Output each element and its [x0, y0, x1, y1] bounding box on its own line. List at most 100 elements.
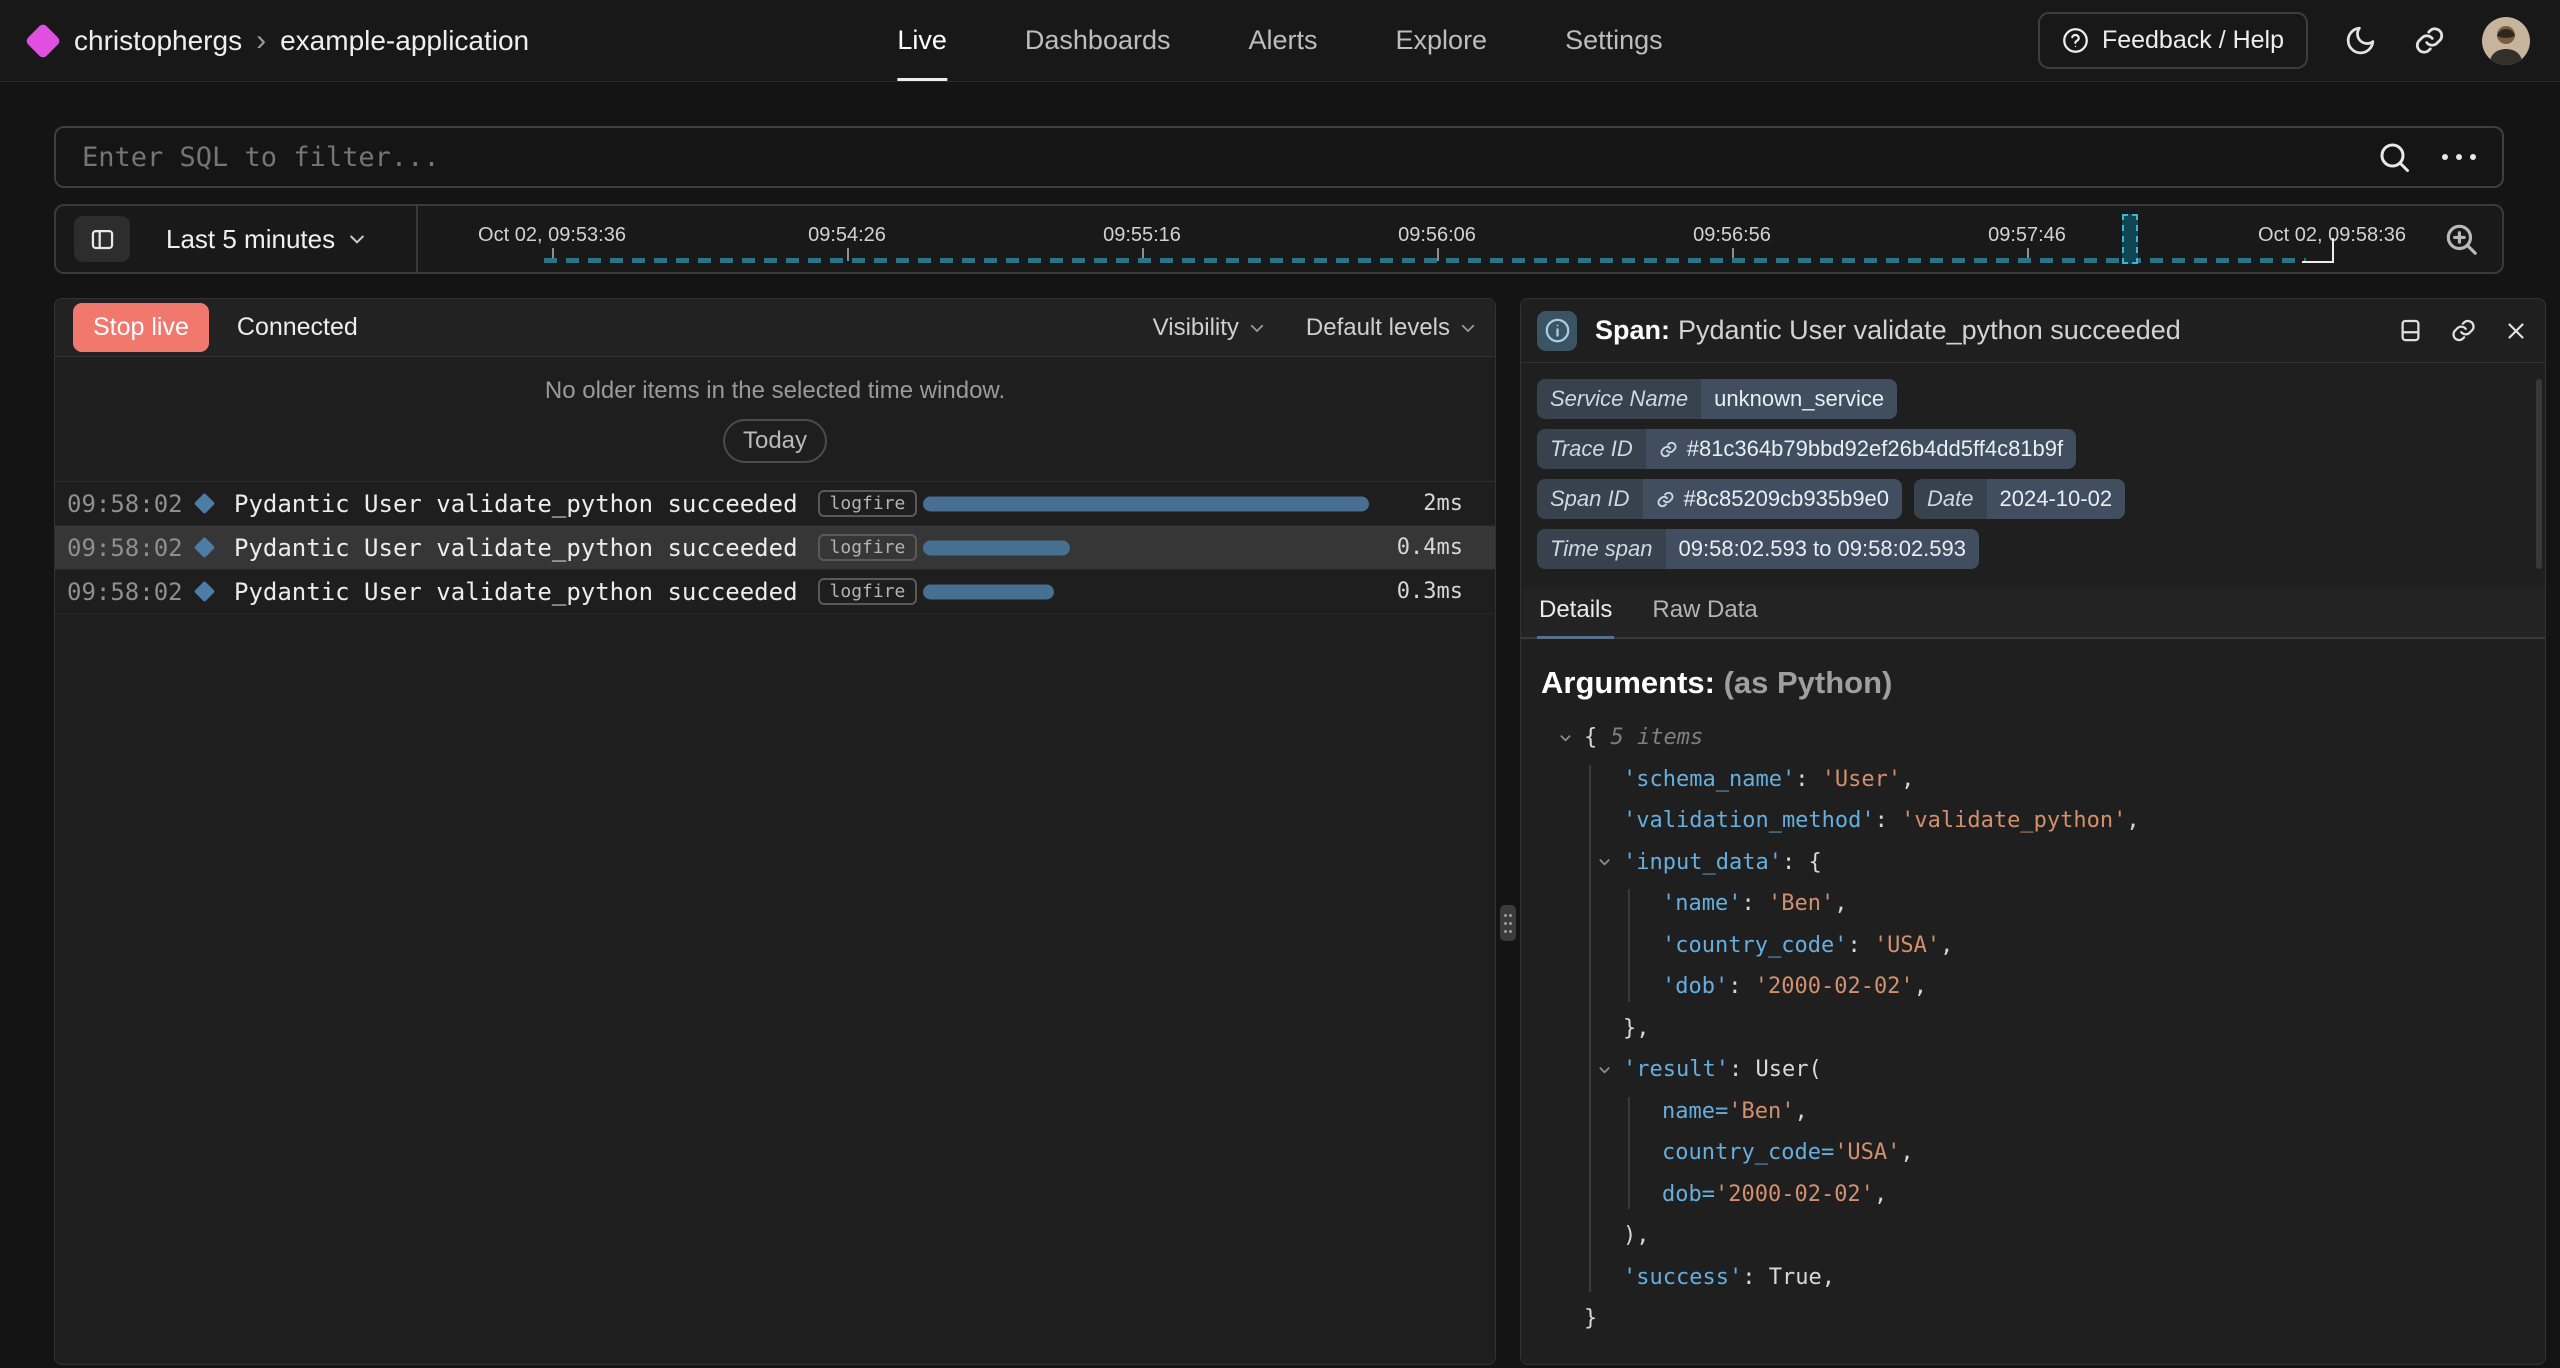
user-avatar[interactable]	[2482, 17, 2530, 65]
collapse-chevron-icon[interactable]	[1558, 730, 1573, 745]
breadcrumb-org[interactable]: christophergs	[74, 25, 242, 57]
close-panel-button[interactable]	[2503, 318, 2529, 344]
detail-tab-raw-data[interactable]: Raw Data	[1650, 586, 1759, 639]
code-token: 'success'	[1623, 1265, 1742, 1290]
code-line: 'dob': '2000-02-02',	[1541, 966, 2525, 1008]
log-message: Pydantic User validate_python succeeded	[234, 534, 798, 562]
badge-service-name[interactable]: Service Name unknown_service	[1537, 379, 1897, 419]
duration-label: 0.4ms	[1397, 535, 1463, 560]
code-token: 'dob'	[1662, 974, 1728, 999]
zoom-in-button[interactable]	[2442, 220, 2480, 258]
logfire-logo-icon[interactable]	[25, 22, 62, 59]
code-token: },	[1623, 1016, 1650, 1041]
collapse-chevron-icon[interactable]	[1597, 1062, 1612, 1077]
copy-link-button[interactable]	[2413, 24, 2446, 57]
arguments-heading: Arguments: (as Python)	[1541, 665, 2525, 701]
time-range-select[interactable]: Last 5 minutes	[166, 224, 367, 255]
code-line: },	[1541, 1008, 2525, 1050]
timeline-divider	[416, 206, 418, 272]
connection-status: Connected	[237, 313, 358, 342]
code-token: ,	[1834, 891, 1847, 916]
moon-icon	[2344, 24, 2377, 57]
log-tag-badge[interactable]: logfire	[818, 534, 918, 561]
timeline-tick-label: Oct 02, 09:53:36	[478, 224, 626, 247]
code-token: 'Ben'	[1728, 1099, 1794, 1124]
timeline-activity-spike[interactable]	[2122, 214, 2138, 264]
log-timestamp: 09:58:02	[67, 578, 197, 606]
breadcrumb: christophergs › example-application	[74, 24, 529, 58]
code-token: '2000-02-02'	[1755, 974, 1914, 999]
live-panel-header: Stop live Connected Visibility Default l…	[55, 299, 1495, 357]
badge-row: Span ID #8c85209cb935b9e0 Date 2024-10-0…	[1537, 479, 2529, 519]
log-row[interactable]: 09:58:02 Pydantic User validate_python s…	[55, 526, 1495, 570]
today-button[interactable]: Today	[723, 419, 827, 463]
empty-window-section: No older items in the selected time wind…	[55, 357, 1495, 482]
panel-resize-handle[interactable]	[1500, 905, 1516, 941]
breadcrumb-project[interactable]: example-application	[280, 25, 529, 57]
code-token: ,	[1794, 1099, 1807, 1124]
code-token: 'validate_python'	[1901, 808, 2126, 833]
stop-live-button[interactable]: Stop live	[73, 303, 209, 352]
log-tag-badge[interactable]: logfire	[818, 490, 918, 517]
code-token: ,	[1900, 1140, 1913, 1165]
duration-bar[interactable]	[923, 496, 1369, 511]
nav-tab-settings[interactable]: Settings	[1565, 0, 1663, 81]
duration-bar[interactable]	[923, 540, 1070, 555]
scrollbar-thumb[interactable]	[2536, 379, 2542, 569]
chevron-down-icon	[1459, 319, 1477, 337]
sql-filter-input[interactable]	[82, 142, 2376, 173]
badge-row: Trace ID #81c364b79bbd92ef26b4dd5ff4c81b…	[1537, 429, 2529, 469]
collapse-chevron-icon[interactable]	[1597, 855, 1612, 870]
split-view-button[interactable]	[2397, 317, 2424, 344]
code-token: 'input_data'	[1623, 850, 1782, 875]
badge-trace-id[interactable]: Trace ID #81c364b79bbd92ef26b4dd5ff4c81b…	[1537, 429, 2076, 469]
code-token: 5 items	[1611, 725, 1704, 750]
badge-label: Span ID	[1537, 479, 1643, 519]
badge-value: unknown_service	[1701, 379, 1897, 419]
duration-bar[interactable]	[923, 584, 1054, 599]
badge-value: 09:58:02.593 to 09:58:02.593	[1666, 529, 1979, 569]
badge-label: Service Name	[1537, 379, 1701, 419]
code-line: name='Ben',	[1541, 1091, 2525, 1133]
code-token: 'result'	[1623, 1057, 1729, 1082]
code-token: :	[1847, 933, 1874, 958]
code-token: {	[1584, 725, 1611, 750]
code-token: : {	[1782, 850, 1822, 875]
code-line: 'result': User(	[1541, 1049, 2525, 1091]
visibility-dropdown[interactable]: Visibility	[1153, 314, 1266, 342]
zoom-in-icon	[2442, 220, 2480, 258]
timeline-histogram-baseline	[544, 258, 2306, 263]
detail-tab-details[interactable]: Details	[1537, 586, 1614, 639]
nav-tab-explore[interactable]: Explore	[1396, 0, 1488, 81]
badge-label: Date	[1914, 479, 1986, 519]
detail-tabs: Details Raw Data	[1521, 587, 2545, 639]
sidebar-toggle-button[interactable]	[74, 216, 130, 262]
nav-tab-alerts[interactable]: Alerts	[1248, 0, 1317, 81]
timeline-now-marker	[2332, 238, 2334, 263]
more-options-icon[interactable]	[2442, 154, 2476, 160]
search-icon[interactable]	[2376, 139, 2412, 175]
copy-span-link-button[interactable]	[2450, 317, 2477, 344]
badge-time-span[interactable]: Time span 09:58:02.593 to 09:58:02.593	[1537, 529, 1979, 569]
log-tag-badge[interactable]: logfire	[818, 578, 918, 605]
badge-span-id[interactable]: Span ID #8c85209cb935b9e0	[1537, 479, 1902, 519]
code-token: 'Ben'	[1768, 891, 1834, 916]
code-token: ,	[1874, 1182, 1887, 1207]
timeline-bar: Last 5 minutes Oct 02, 09:53:3609:54:260…	[54, 204, 2504, 274]
default-levels-dropdown[interactable]: Default levels	[1306, 314, 1477, 342]
close-icon	[2503, 318, 2529, 344]
nav-tab-live[interactable]: Live	[897, 0, 947, 81]
code-token: 'country_code'	[1662, 933, 1847, 958]
log-list: 09:58:02 Pydantic User validate_python s…	[55, 482, 1495, 614]
span-meta-badges: Service Name unknown_service Trace ID #8…	[1521, 363, 2545, 587]
dark-mode-toggle[interactable]	[2344, 24, 2377, 57]
badge-date[interactable]: Date 2024-10-02	[1914, 479, 2125, 519]
log-timestamp: 09:58:02	[67, 534, 197, 562]
log-row[interactable]: 09:58:02 Pydantic User validate_python s…	[55, 570, 1495, 614]
log-row[interactable]: 09:58:02 Pydantic User validate_python s…	[55, 482, 1495, 526]
arguments-heading-suffix: (as Python)	[1724, 665, 1893, 700]
feedback-help-button[interactable]: Feedback / Help	[2038, 12, 2308, 69]
duration-label: 2ms	[1423, 491, 1463, 516]
filter-row	[54, 126, 2504, 188]
nav-tab-dashboards[interactable]: Dashboards	[1025, 0, 1171, 81]
